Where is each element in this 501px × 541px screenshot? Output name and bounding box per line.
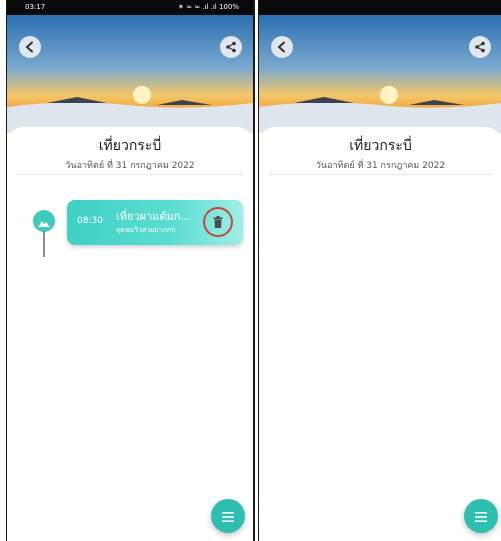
trash-icon [213,213,223,232]
trip-title: เที่ยวกระบี่ [349,138,412,154]
mountain-icon [38,212,50,231]
status-indicators: ✶ ≈ ≈ .ıl .ıl 100% [178,3,239,11]
hero-image [259,15,501,133]
share-icon [474,38,486,57]
menu-fab[interactable] [464,499,498,533]
share-button[interactable] [220,36,242,58]
trip-detail-sheet: เที่ยวกระบี่ วันอาทิตย์ ที่ 31 กรกฎาคม 2… [7,127,253,541]
trip-date: วันอาทิตย์ ที่ 31 กรกฎาคม 2022 [315,161,446,171]
phone-screen-empty: เที่ยวกระบี่ วันอาทิตย์ ที่ 31 กรกฎาคม 2… [258,0,501,541]
trip-detail-sheet: เที่ยวกระบี่ วันอาทิตย์ ที่ 31 กรกฎาคม 2… [259,127,501,541]
back-button[interactable] [19,36,41,58]
entry-time: 08:30 [77,216,103,226]
itinerary-card[interactable]: 08:30 เที่ยวผาแต้มก... จุดชมวิวสวยมากกก [67,200,243,245]
share-icon [225,38,237,57]
entry-name: เที่ยวผาแต้มก... [116,210,191,223]
hero-image [7,15,253,133]
menu-lines-icon [475,507,487,526]
status-bar: 03:17 ✶ ≈ ≈ .ıl .ıl 100% [7,0,253,15]
back-arrow-icon [276,38,288,57]
status-time: 03:17 [25,3,46,11]
back-arrow-icon [24,38,36,57]
entry-description: จุดชมวิวสวยมากกก [116,226,176,234]
status-bar [259,0,501,15]
menu-fab[interactable] [211,499,245,533]
divider [17,174,243,175]
menu-lines-icon [222,507,234,526]
trip-date: วันอาทิตย์ ที่ 31 กรกฎาคม 2022 [65,161,195,171]
share-button[interactable] [469,36,491,58]
phone-screen-with-entry: 03:17 ✶ ≈ ≈ .ıl .ıl 100% เที่ยวกระบี่ วั… [6,0,255,541]
back-button[interactable] [271,36,293,58]
delete-entry-button[interactable] [203,207,233,237]
timeline-line [43,231,45,257]
trip-title: เที่ยวกระบี่ [98,138,162,154]
divider [269,174,492,175]
timeline-node [33,210,55,232]
